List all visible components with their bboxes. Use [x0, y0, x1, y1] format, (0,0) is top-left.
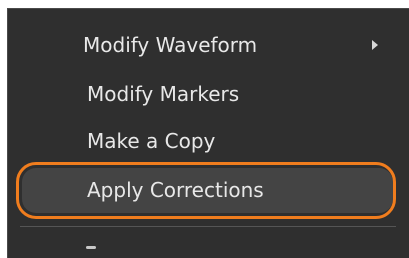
- menu-item-modify-waveform[interactable]: Modify Waveform: [8, 26, 409, 64]
- menu-item-partial[interactable]: [86, 239, 98, 251]
- menu-item-label: Modify Waveform: [83, 33, 258, 57]
- menu-item-label: Make a Copy: [87, 129, 216, 153]
- chevron-right-icon: [372, 40, 378, 50]
- menu-separator: [20, 226, 396, 227]
- context-menu: Modify Waveform Modify Markers Make a Co…: [7, 8, 409, 258]
- annotation-highlight-ring: [16, 162, 396, 219]
- menu-item-modify-markers[interactable]: Modify Markers: [8, 75, 409, 113]
- menu-item-label: Modify Markers: [87, 82, 240, 106]
- menu-item-make-a-copy[interactable]: Make a Copy: [8, 122, 409, 160]
